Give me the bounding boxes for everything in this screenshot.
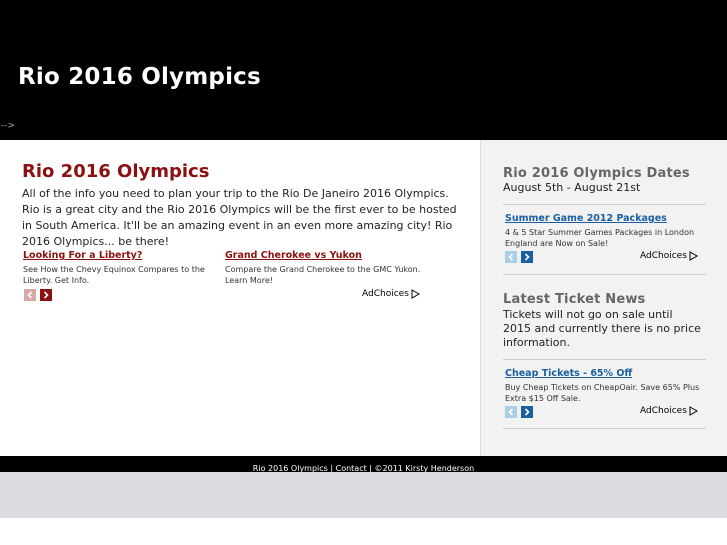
ad-text-liberty: See How the Chevy Equinox Compares to th… bbox=[23, 265, 205, 285]
sidebar-ad-cheap-tickets: Cheap Tickets - 65% Off Buy Cheap Ticket… bbox=[505, 368, 705, 404]
chevron-left-icon bbox=[508, 408, 514, 416]
ad-link-liberty[interactable]: Looking For a Liberty? bbox=[23, 250, 218, 261]
ticket-news-heading: Latest Ticket News bbox=[503, 292, 646, 307]
chevron-right-icon bbox=[524, 253, 530, 261]
divider bbox=[503, 274, 706, 275]
ad-prev-button[interactable] bbox=[24, 289, 36, 301]
ad-unit-liberty: Looking For a Liberty? See How the Chevy… bbox=[23, 250, 218, 286]
ad-text-summer-games: 4 & 5 Star Summer Games Packages in Lond… bbox=[505, 228, 695, 248]
sidebar-ad2-next-button[interactable] bbox=[521, 406, 533, 418]
chevron-left-icon bbox=[508, 253, 514, 261]
ticket-news-text: Tickets will not go on sale until 2015 a… bbox=[503, 308, 701, 349]
ad-link-summer-games[interactable]: Summer Game 2012 Packages bbox=[505, 213, 705, 224]
adchoices-label: AdChoices bbox=[362, 289, 409, 299]
ad-text-cheap-tickets: Buy Cheap Tickets on CheapOair. Save 65%… bbox=[505, 383, 700, 403]
sidebar-ad-summer-games: Summer Game 2012 Packages 4 & 5 Star Sum… bbox=[505, 213, 705, 249]
adchoices-icon bbox=[411, 289, 420, 299]
sidebar-ad1-adchoices-link[interactable]: AdChoices bbox=[640, 251, 698, 261]
sidebar-ad1-next-button[interactable] bbox=[521, 251, 533, 263]
stray-comment-text: --> bbox=[1, 121, 16, 131]
ad-link-cherokee[interactable]: Grand Cherokee vs Yukon bbox=[225, 250, 425, 261]
sidebar-ad2-prev-button[interactable] bbox=[505, 406, 517, 418]
intro-paragraph: All of the info you need to plan your tr… bbox=[22, 187, 457, 248]
bottom-band bbox=[0, 472, 727, 518]
ad-next-button[interactable] bbox=[40, 289, 52, 301]
divider bbox=[503, 359, 706, 360]
site-footer: Rio 2016 Olympics | Contact | ©2011 Kirs… bbox=[0, 456, 727, 473]
ad-text-cherokee: Compare the Grand Cherokee to the GMC Yu… bbox=[225, 265, 421, 285]
page-title: Rio 2016 Olympics bbox=[22, 161, 210, 182]
adchoices-link[interactable]: AdChoices bbox=[362, 289, 420, 299]
ad-unit-cherokee: Grand Cherokee vs Yukon Compare the Gran… bbox=[225, 250, 425, 286]
dates-heading: Rio 2016 Olympics Dates bbox=[503, 166, 690, 181]
sidebar-ad2-adchoices-link[interactable]: AdChoices bbox=[640, 406, 698, 416]
chevron-right-icon bbox=[43, 291, 49, 299]
adchoices-label: AdChoices bbox=[640, 406, 687, 416]
sidebar: Rio 2016 Olympics Dates August 5th - Aug… bbox=[480, 140, 727, 456]
adchoices-label: AdChoices bbox=[640, 251, 687, 261]
site-title[interactable]: Rio 2016 Olympics bbox=[18, 64, 261, 90]
site-header: Rio 2016 Olympics --> bbox=[0, 0, 727, 140]
main-content: Rio 2016 Olympics All of the info you ne… bbox=[0, 140, 480, 456]
chevron-left-icon bbox=[27, 291, 33, 299]
adchoices-icon bbox=[689, 406, 698, 416]
divider bbox=[503, 204, 706, 205]
divider bbox=[503, 428, 706, 429]
dates-text: August 5th - August 21st bbox=[503, 181, 641, 194]
chevron-right-icon bbox=[524, 408, 530, 416]
sidebar-ad1-prev-button[interactable] bbox=[505, 251, 517, 263]
adchoices-icon bbox=[689, 251, 698, 261]
ad-link-cheap-tickets[interactable]: Cheap Tickets - 65% Off bbox=[505, 368, 705, 379]
